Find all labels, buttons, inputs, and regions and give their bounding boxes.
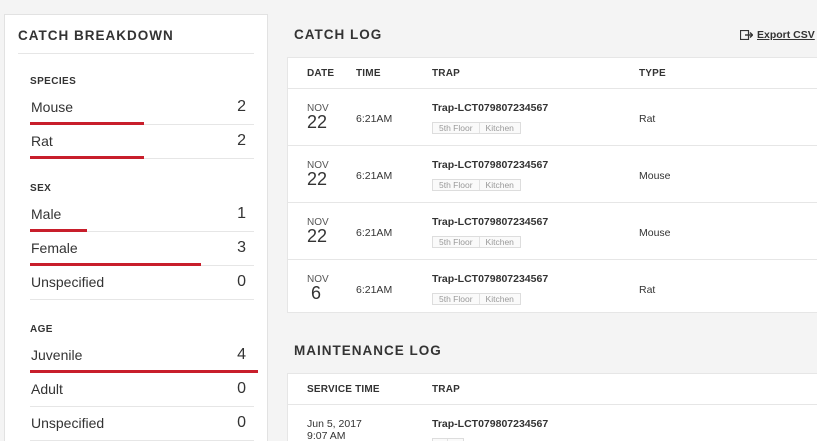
export-icon	[740, 30, 753, 40]
stat-row-male: Male 1	[30, 198, 254, 232]
stat-row-juvenile: Juvenile 4	[30, 339, 258, 373]
trap-id: Trap-LCT079807234567	[432, 418, 549, 430]
location-room: Kitchen	[478, 294, 520, 304]
location-floor: 5th Floor	[439, 237, 473, 247]
trap-location: 5th Floor Kitchen	[432, 293, 521, 305]
location-floor: 5th Floor	[439, 180, 473, 190]
stat-count: 4	[237, 346, 246, 363]
export-csv-label: Export CSV	[757, 29, 815, 41]
trap-location: 5th Floor Kitchen	[432, 122, 521, 134]
trap-location: 5th Floor Kitchen	[432, 236, 521, 248]
stat-row-female: Female 3	[30, 232, 254, 266]
location-floor: 5th Floor	[439, 294, 473, 304]
catch-time: 6:21AM	[356, 113, 393, 125]
col-service-time: SERVICE TIME	[307, 384, 380, 395]
stat-count: 0	[237, 273, 246, 290]
catch-log-header: DATE TIME TRAP TYPE	[288, 58, 817, 88]
service-datetime: Jun 5, 2017 9:07 AM	[307, 418, 362, 441]
col-trap: TRAP	[432, 68, 461, 79]
date-day: 22	[307, 169, 328, 189]
group-label-sex: SEX	[30, 183, 52, 194]
catch-time: 6:21AM	[356, 284, 393, 296]
date-day: 6	[311, 283, 322, 303]
group-label-species: SPECIES	[30, 76, 77, 87]
stat-label: Juvenile	[31, 347, 83, 363]
catch-log-title: CATCH LOG	[294, 27, 383, 42]
group-label-age: AGE	[30, 324, 53, 335]
stat-label: Unspecified	[31, 415, 105, 431]
catch-type: Mouse	[639, 227, 671, 239]
stat-label: Male	[31, 206, 62, 222]
col-time: TIME	[356, 68, 381, 79]
col-trap: TRAP	[432, 384, 461, 395]
location-room: Kitchen	[478, 237, 520, 247]
stat-count: 3	[237, 239, 246, 256]
table-row[interactable]: NOV 22 6:21AM Trap-LCT079807234567 5th F…	[288, 145, 817, 202]
service-time: 9:07 AM	[307, 430, 346, 441]
catch-time: 6:21AM	[356, 170, 393, 182]
stat-count: 1	[237, 205, 246, 222]
stat-row-sex-unspecified: Unspecified 0	[30, 266, 254, 300]
location-floor: 5th Floor	[439, 123, 473, 133]
trap-id: Trap-LCT079807234567	[432, 273, 549, 285]
service-date: Jun 5, 2017	[307, 418, 362, 430]
location-room: Kitchen	[478, 123, 520, 133]
location-room: Kitchen	[478, 180, 520, 190]
stat-count: 2	[237, 98, 246, 115]
col-date: DATE	[307, 68, 335, 79]
maintenance-log-table: SERVICE TIME TRAP Jun 5, 2017 9:07 AM Tr…	[287, 373, 817, 441]
catch-type: Rat	[639, 284, 656, 296]
trap-location: 5th Floor Kitchen	[432, 179, 521, 191]
catch-time: 6:21AM	[356, 227, 393, 239]
table-row[interactable]: Jun 5, 2017 9:07 AM Trap-LCT079807234567	[288, 404, 817, 441]
export-csv-link[interactable]: Export CSV	[740, 29, 815, 41]
catch-breakdown-title: CATCH BREAKDOWN	[18, 28, 174, 43]
table-row[interactable]: NOV 22 6:21AM Trap-LCT079807234567 5th F…	[288, 88, 817, 145]
table-row[interactable]: NOV 22 6:21AM Trap-LCT079807234567 5th F…	[288, 202, 817, 259]
trap-id: Trap-LCT079807234567	[432, 216, 549, 228]
date-day: 22	[307, 226, 328, 246]
catch-log-table: DATE TIME TRAP TYPE NOV 22 6:21AM Trap-L…	[287, 57, 817, 313]
trap-id: Trap-LCT079807234567	[432, 102, 549, 114]
catch-type: Rat	[639, 113, 656, 125]
stat-count: 0	[237, 380, 246, 397]
stat-row-rat: Rat 2	[30, 125, 254, 159]
stat-count: 0	[237, 414, 246, 431]
date-day: 22	[307, 112, 328, 132]
stat-count: 2	[237, 132, 246, 149]
catch-type: Mouse	[639, 170, 671, 182]
maintenance-log-title: MAINTENANCE LOG	[294, 343, 442, 358]
col-type: TYPE	[639, 68, 666, 79]
stat-label: Mouse	[31, 99, 74, 115]
stat-bar	[30, 156, 144, 159]
maintenance-log-header: SERVICE TIME TRAP	[288, 374, 817, 404]
table-row[interactable]: NOV 6 6:21AM Trap-LCT079807234567 5th Fl…	[288, 259, 817, 316]
stat-label: Adult	[31, 381, 63, 397]
stat-label: Rat	[31, 133, 53, 149]
stat-label: Unspecified	[31, 274, 105, 290]
stat-row-mouse: Mouse 2	[30, 91, 254, 125]
stat-label: Female	[31, 240, 78, 256]
catch-breakdown-panel: CATCH BREAKDOWN SPECIES Mouse 2 Rat 2 SE…	[4, 14, 268, 441]
stat-row-adult: Adult 0	[30, 373, 254, 407]
stat-row-age-unspecified: Unspecified 0	[30, 407, 254, 441]
trap-id: Trap-LCT079807234567	[432, 159, 549, 171]
